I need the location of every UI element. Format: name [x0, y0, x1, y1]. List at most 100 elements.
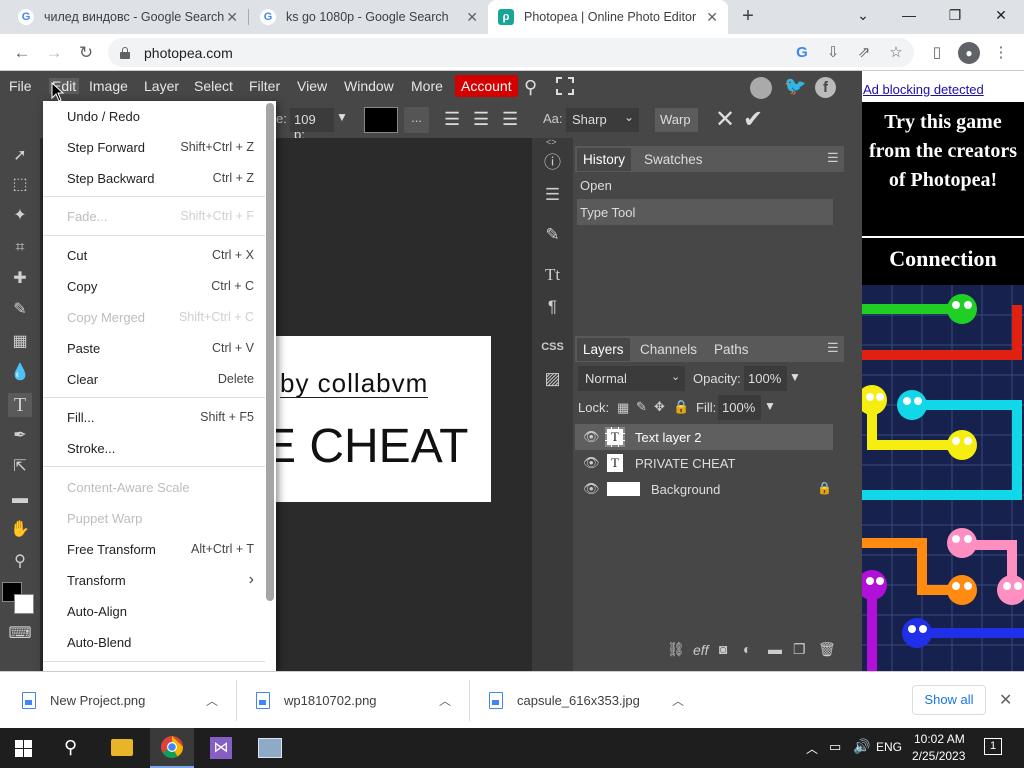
adjustments-icon[interactable]: ☰ — [532, 180, 573, 210]
panel-menu-icon[interactable]: ☰ — [827, 150, 839, 166]
layer-row[interactable]: 👁 T Text layer 2 — [575, 424, 833, 450]
keyboard-icon[interactable]: ⌨ — [8, 622, 32, 646]
healing-brush-icon[interactable]: ✚ — [8, 267, 32, 291]
crop-tool-icon[interactable]: ⌗ — [8, 236, 32, 260]
blend-mode-select[interactable]: Normal — [578, 366, 685, 391]
menu-item-auto-align[interactable]: Auto-Align — [67, 601, 254, 621]
close-icon[interactable]: ✕ — [226, 9, 238, 26]
effects-icon[interactable]: eff — [693, 642, 709, 658]
menu-item-cut[interactable]: Cut Ctrl + X — [67, 245, 254, 265]
lock-pixels-icon[interactable]: ✎ — [636, 399, 647, 415]
menu-item-undo-redo[interactable]: Undo / Redo — [67, 106, 254, 126]
path-select-icon[interactable]: ⇱ — [8, 455, 32, 479]
font-size-input[interactable]: 109 p: — [290, 108, 334, 142]
menu-scrollbar[interactable] — [266, 103, 274, 601]
volume-icon[interactable]: 🔊 — [853, 738, 870, 755]
zoom-tool-icon[interactable]: ⚲ — [8, 550, 32, 574]
text-color-swatch[interactable] — [364, 107, 398, 133]
menu-more[interactable]: More — [411, 78, 443, 94]
reddit-icon[interactable] — [750, 77, 772, 99]
type-tool-icon[interactable]: T — [8, 393, 32, 417]
notifications-icon[interactable]: 1 — [984, 738, 1002, 755]
fullscreen-icon[interactable] — [556, 77, 574, 95]
document-canvas[interactable]: by collabvm E CHEAT — [276, 336, 491, 502]
menu-window[interactable]: Window — [344, 78, 394, 94]
shape-tool-icon[interactable]: ▬ — [8, 487, 32, 511]
windows-start-icon[interactable] — [15, 740, 32, 757]
download-item[interactable]: wp1810702.png ︿ — [256, 672, 462, 729]
install-icon[interactable]: ⇩ — [824, 44, 842, 62]
browser-tab-2[interactable]: G ks go 1080p - Google Search ✕ — [250, 0, 488, 34]
menu-item-auto-blend[interactable]: Auto-Blend — [67, 632, 254, 652]
google-lens-icon[interactable]: G — [793, 44, 811, 62]
remote-desktop-icon[interactable] — [258, 738, 282, 758]
search-icon[interactable]: ⚲ — [64, 737, 77, 758]
forward-icon[interactable]: → — [42, 41, 66, 65]
menu-view[interactable]: View — [297, 78, 327, 94]
more-menu-icon[interactable]: ⋮ — [992, 44, 1010, 62]
eye-icon[interactable]: 👁 — [583, 481, 600, 497]
chevron-up-icon[interactable]: ︿ — [806, 740, 818, 757]
menu-item-transform[interactable]: Transform › — [67, 570, 254, 590]
close-downloads-icon[interactable]: ✕ — [999, 690, 1012, 710]
panel-menu-icon[interactable]: ☰ — [827, 340, 839, 356]
share-icon[interactable]: ⇗ — [855, 44, 873, 62]
side-panel-icon[interactable]: ▯ — [928, 44, 946, 62]
menu-file[interactable]: File — [9, 78, 32, 94]
warp-button[interactable]: Warp — [655, 108, 698, 132]
gradient-tool-icon[interactable]: ▦ — [8, 330, 32, 354]
menu-item-paste[interactable]: Paste Ctrl + V — [67, 338, 254, 358]
cancel-icon[interactable]: ✕ — [715, 105, 735, 134]
move-tool-icon[interactable]: ➚ — [8, 144, 32, 168]
layer-row[interactable]: 👁 Background 🔒 — [575, 476, 833, 502]
trash-icon[interactable]: 🗑 — [818, 641, 836, 658]
ad-block-notice-link[interactable]: Ad blocking detected — [863, 82, 984, 97]
mask-icon[interactable]: ◙ — [719, 641, 727, 657]
menu-item-step-forward[interactable]: Step Forward Shift+Ctrl + Z — [67, 137, 254, 157]
pen-tool-icon[interactable]: ✒ — [8, 424, 32, 448]
restore-icon[interactable]: ❐ — [932, 0, 978, 30]
file-explorer-icon[interactable] — [111, 739, 133, 756]
menu-select[interactable]: Select — [194, 78, 233, 94]
tab-history[interactable]: History — [577, 148, 632, 171]
download-item[interactable]: New Project.png ︿ — [22, 672, 228, 729]
menu-item-step-backward[interactable]: Step Backward Ctrl + Z — [67, 168, 254, 188]
profile-avatar-icon[interactable]: ● — [958, 42, 980, 64]
facebook-icon[interactable]: f — [815, 77, 836, 98]
image-icon[interactable]: ▨ — [532, 364, 573, 394]
lock-all-icon[interactable]: 🔒 — [673, 399, 689, 415]
brush-settings-icon[interactable]: ✎ — [532, 220, 573, 250]
character-icon[interactable]: Tt — [532, 260, 573, 290]
chevron-up-icon[interactable]: ︿ — [439, 692, 451, 709]
more-options-button[interactable]: ... — [404, 107, 429, 133]
layer-name[interactable]: PRIVATE CHEAT — [635, 456, 735, 471]
folder-icon[interactable]: ▬ — [768, 641, 782, 657]
back-icon[interactable]: ← — [10, 41, 34, 65]
menu-image[interactable]: Image — [89, 78, 128, 94]
chevron-up-icon[interactable]: ︿ — [672, 692, 684, 709]
menu-item-free-transform[interactable]: Free Transform Alt+Ctrl + T — [67, 539, 254, 559]
tab-paths[interactable]: Paths — [714, 342, 749, 357]
close-icon[interactable]: ✕ — [466, 9, 478, 26]
history-item[interactable]: Type Tool — [577, 199, 833, 225]
align-center-icon[interactable]: ☰ — [473, 110, 489, 128]
menu-item-stroke[interactable]: Stroke... — [67, 438, 254, 458]
opacity-input[interactable]: 100% — [744, 366, 787, 391]
menu-filter[interactable]: Filter — [249, 78, 280, 94]
layer-name[interactable]: Text layer 2 — [635, 430, 701, 445]
marquee-tool-icon[interactable]: ⬚ — [8, 173, 32, 197]
search-icon[interactable]: ⚲ — [524, 77, 537, 98]
language-indicator[interactable]: ENG — [876, 740, 902, 754]
text-layer-line-1[interactable]: by collabvm — [280, 369, 429, 398]
align-right-icon[interactable]: ☰ — [502, 110, 518, 128]
brush-tool-icon[interactable]: ✎ — [8, 298, 32, 322]
menu-item-copy[interactable]: Copy Ctrl + C — [67, 276, 254, 296]
clock-date[interactable]: 2/25/2023 — [912, 749, 965, 763]
show-all-button[interactable]: Show all — [912, 685, 986, 715]
background-color-swatch[interactable] — [14, 594, 34, 614]
close-icon[interactable]: ✕ — [706, 9, 718, 26]
ad-banner[interactable]: Try this game from the creators of Photo… — [862, 102, 1024, 671]
visual-studio-icon[interactable]: ⋈ — [210, 737, 232, 759]
paragraph-icon[interactable]: ¶ — [532, 292, 573, 322]
link-icon[interactable]: ⛓ — [667, 641, 685, 658]
